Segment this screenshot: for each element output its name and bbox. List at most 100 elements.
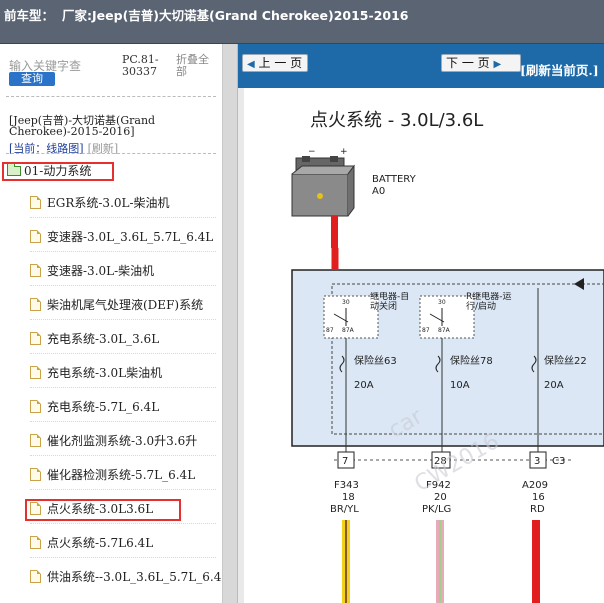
wire-br-yl [342,520,350,603]
title-value: 厂家:Jeep(吉普)大切诺基(Grand Cherokee)2015-2016 [62,8,409,23]
svg-text:87: 87 [422,327,430,334]
svg-text:87A: 87A [342,327,355,334]
tree-item-label: 供油系统--3.0L_3.6L_5.7L_6.4L [47,570,222,584]
prev-page-label: 上 一 页 [258,56,303,70]
document-icon [30,264,41,277]
divider [30,523,216,524]
document-icon [30,468,41,481]
refresh-page-link[interactable]: [刷新当前页.] [520,60,599,79]
divider [30,285,216,286]
divider [30,387,216,388]
title-label: 前车型： [4,8,55,23]
relay2-label: R继电器-运行/启动 [466,292,512,312]
wire-pk-lg [436,520,444,603]
battery-label: BATTERY [372,174,417,185]
wire-rd [532,520,540,603]
document-icon [30,230,41,243]
arrow-right-icon: ▶ [493,59,502,70]
tree-root-label: 01-动力系统 [24,164,92,178]
wire3-id: A209 [522,480,548,491]
document-icon [30,434,41,447]
wire2-color: PK/LG [422,504,451,515]
tree-root-powertrain[interactable]: 01-动力系统 [2,162,114,181]
arrow-left-icon: ◀ [247,59,255,70]
tree-item[interactable]: 充电系统-3.0L_3.6L [30,328,159,350]
tree-item-label: 变速器-3.0L-柴油机 [47,264,155,278]
divider [30,421,216,422]
pin-3: 3 [534,456,540,467]
tree-item[interactable]: 催化剂监测系统-3.0升3.6升 [30,430,197,452]
wire3-color: RD [530,504,545,515]
tree-item[interactable]: 点火系统-5.7L6.4L [30,532,153,554]
tree-item[interactable]: 变速器-3.0L-柴油机 [30,260,154,282]
divider [6,153,216,154]
fuse22-label: 保险丝22 [544,354,587,367]
document-icon [30,298,41,311]
panel-splitter[interactable] [222,44,238,603]
pc-code: PC.81-30337 [122,53,159,78]
divider [6,96,216,97]
document-icon [30,400,41,413]
document-icon [30,366,41,379]
tree-item-label: 柴油机尾气处理液(DEF)系统 [47,298,204,312]
fuse78-label: 保险丝78 [450,354,493,367]
selection-highlight [25,499,181,521]
divider [30,319,216,320]
fuse78-amps: 10A [450,380,470,391]
svg-text:87A: 87A [438,327,451,334]
battery-wire [331,216,338,248]
fuse63-label: 保险丝63 [354,354,397,367]
battery-code: A0 [372,186,385,197]
connector-label: C3 [552,456,565,467]
relay2-label-wrap: R继电器-运行/启动 [466,292,512,312]
tree-item[interactable]: 充电系统-3.0L柴油机 [30,362,162,384]
wiring-diagram-page: 点火系统 - 3.0L/3.6L − + BATTERY A0 30 87 87… [244,88,604,603]
wiring-diagram: 点火系统 - 3.0L/3.6L − + BATTERY A0 30 87 87… [291,110,604,603]
wire2-gauge: 20 [434,492,447,503]
fuse22-amps: 20A [544,380,564,391]
prev-page-button[interactable]: ◀ 上 一 页 [242,54,308,72]
tree-item[interactable]: 充电系统-5.7L_6.4L [30,396,159,418]
svg-text:30: 30 [438,299,446,306]
wire1-color: BR/YL [330,504,359,515]
vehicle-path: [Jeep(吉普)-大切诺基(Grand Cherokee)-2015-2016… [9,114,156,138]
next-page-label: 下 一 页 [446,56,490,70]
tree-item[interactable]: 柴油机尾气处理液(DEF)系统 [30,294,203,316]
divider [30,455,216,456]
tree-item-label: 点火系统-5.7L6.4L [47,536,154,550]
folder-open-icon [7,163,21,176]
relay1-label: 继电器-自动关闭 [370,292,410,312]
svg-text:−: − [308,147,316,157]
divider [30,489,216,490]
divider [30,251,216,252]
tree-item-label: 催化器检测系统-5.7L_6.4L [47,468,196,482]
tree-item-label: 充电系统-3.0L柴油机 [47,366,163,380]
divider [30,353,216,354]
tree-item-label: 变速器-3.0L_3.6L_5.7L_6.4L [47,230,214,244]
tree-item-label: EGR系统-3.0L-柴油机 [47,196,170,210]
next-page-button[interactable]: 下 一 页 ▶ [441,54,521,72]
collapse-all-link[interactable]: 折叠全部 [176,54,216,78]
svg-text:87: 87 [326,327,334,334]
wire1-gauge: 18 [342,492,355,503]
document-icon [30,570,41,583]
search-button[interactable]: 查询 [9,72,55,86]
sidebar: 输入关键字查 查询 PC.81-30337 折叠全部 [Jeep(吉普)-大切诺… [0,44,222,603]
tree-item[interactable]: 供油系统--3.0L_3.6L_5.7L_6.4L [30,566,222,588]
tree-item-label: 充电系统-3.0L_3.6L [47,332,160,346]
tree-item[interactable]: EGR系统-3.0L-柴油机 [30,192,170,214]
wire3-gauge: 16 [532,492,545,503]
svg-text:+: + [340,147,348,157]
tree-item-label: 充电系统-5.7L_6.4L [47,400,160,414]
svg-text:30: 30 [342,299,350,306]
tree-item[interactable]: 催化器检测系统-5.7L_6.4L [30,464,195,486]
wire1-id: F343 [334,480,359,491]
fuse63-amps: 20A [354,380,374,391]
divider [30,557,216,558]
diagram-title: 点火系统 - 3.0L/3.6L [310,110,483,131]
document-icon [30,332,41,345]
vehicle-title: 前车型： 厂家:Jeep(吉普)大切诺基(Grand Cherokee)2015-… [4,5,408,24]
tree-item-label: 催化剂监测系统-3.0升3.6升 [47,434,198,448]
title-bar: 前车型： 厂家:Jeep(吉普)大切诺基(Grand Cherokee)2015-… [0,0,604,44]
tree-item[interactable]: 变速器-3.0L_3.6L_5.7L_6.4L [30,226,213,248]
